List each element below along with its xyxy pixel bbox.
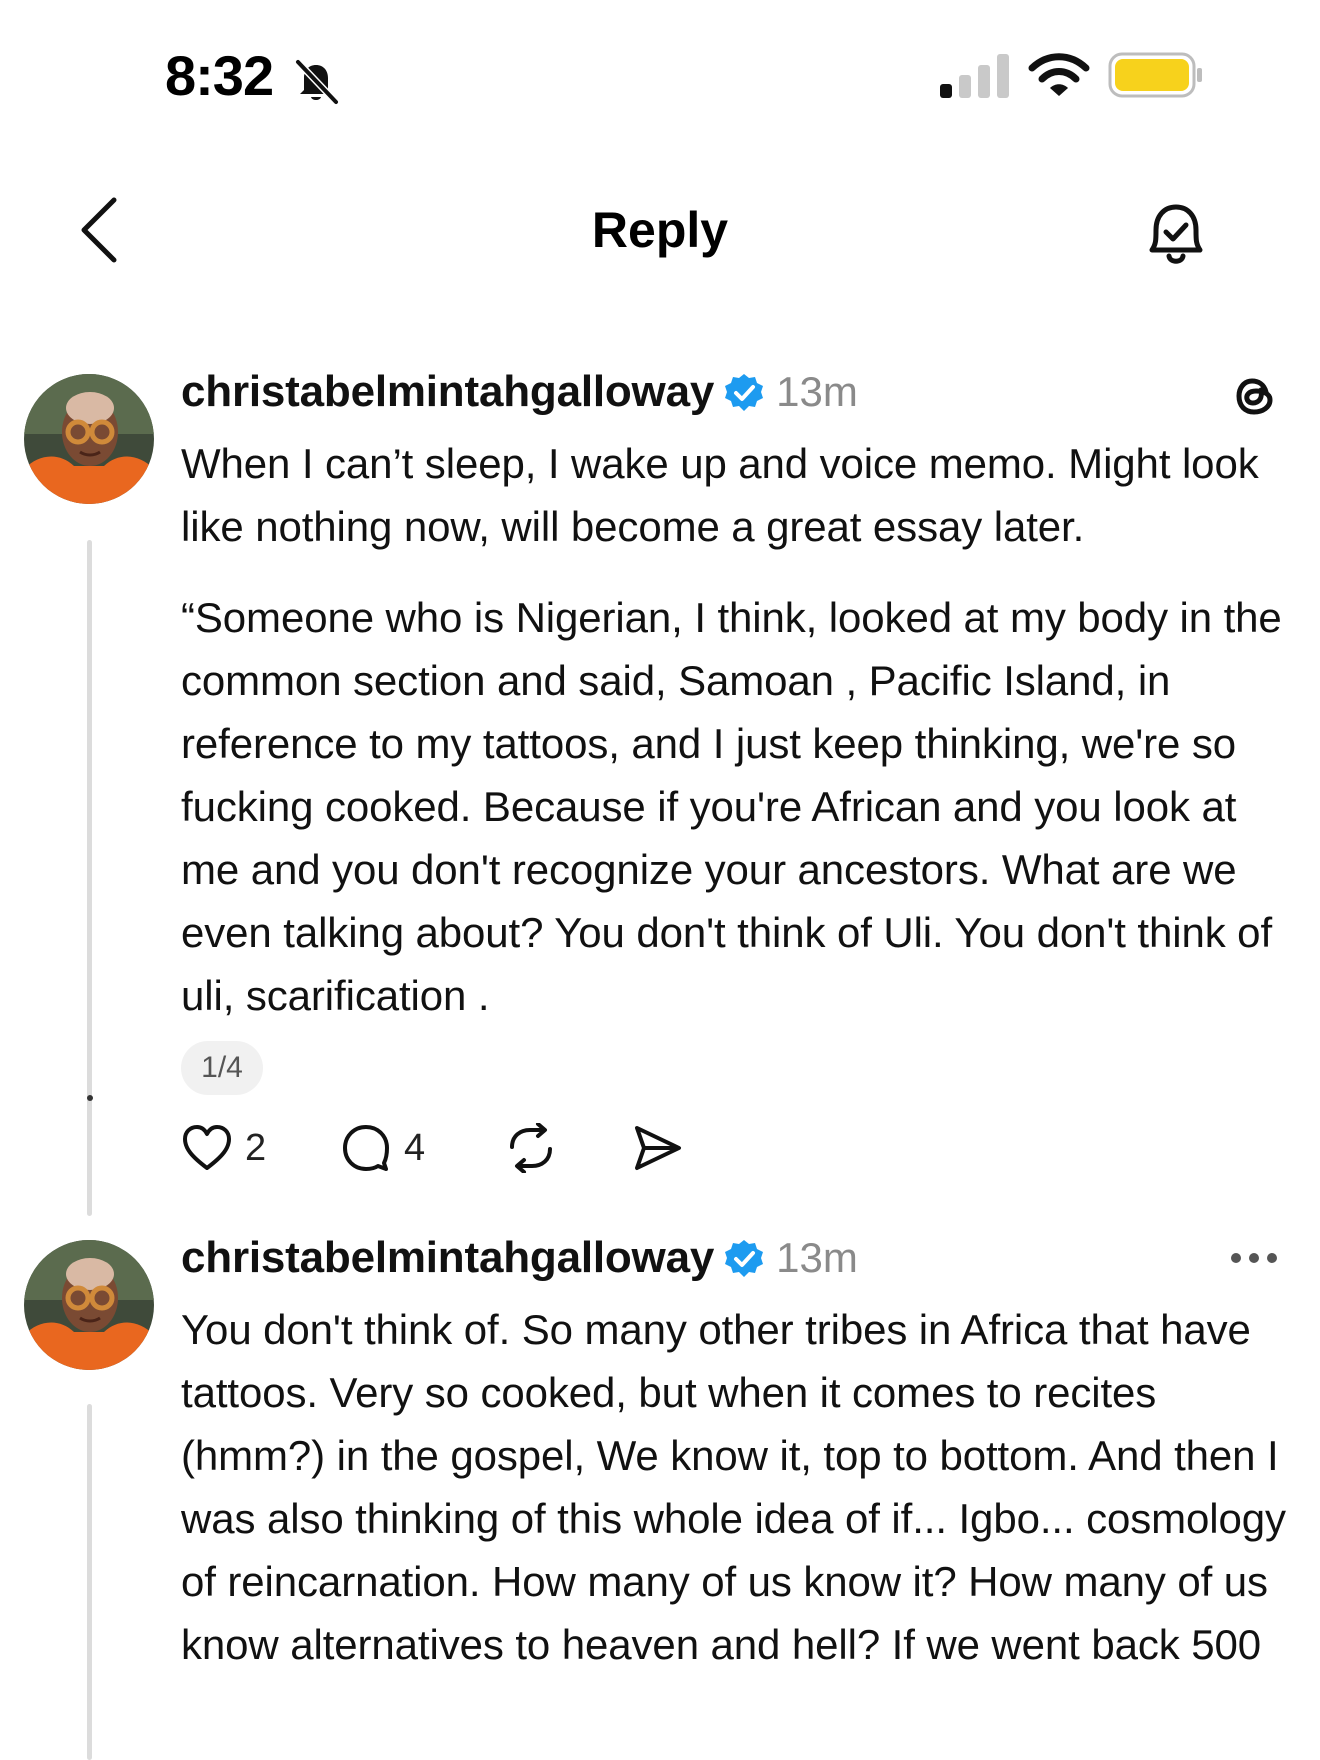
thread-line	[87, 540, 92, 1216]
page-indicator: 1/4	[181, 1041, 263, 1095]
post-header: christabelmintahgalloway 13m	[181, 1228, 858, 1288]
thread-line	[87, 1404, 92, 1760]
comment-icon	[343, 1125, 389, 1171]
page-title: Reply	[591, 202, 729, 258]
avatar[interactable]	[24, 374, 154, 504]
repost-button[interactable]	[504, 1120, 558, 1176]
post-time: 13m	[776, 1234, 858, 1281]
status-time: 8:32	[165, 44, 274, 107]
post-header: christabelmintahgalloway 13m	[181, 362, 858, 422]
reply-count: 4	[404, 1126, 426, 1169]
bell-off-icon	[295, 59, 339, 105]
send-icon	[635, 1126, 681, 1170]
thread-dot	[87, 1095, 93, 1101]
post-paragraph: “Someone who is Nigerian, I think, looke…	[181, 594, 1282, 1019]
verified-badge-icon	[725, 374, 764, 411]
more-icon	[1231, 1253, 1277, 1263]
heart-icon	[183, 1125, 231, 1170]
bell-check-button[interactable]	[1140, 196, 1212, 270]
like-button[interactable]: 2	[181, 1120, 266, 1176]
post-time: 13m	[776, 368, 858, 415]
reply-button[interactable]: 4	[340, 1120, 425, 1176]
signal-icon	[940, 54, 1009, 98]
username[interactable]: christabelmintahgalloway	[181, 367, 714, 417]
repost-icon	[510, 1123, 552, 1173]
bell-check-icon	[1149, 204, 1203, 264]
wifi-icon	[1028, 53, 1090, 96]
post-paragraph: You don't think of. So many other tribes…	[181, 1306, 1286, 1668]
battery-icon	[1108, 52, 1202, 98]
verified-badge-icon	[725, 1240, 764, 1277]
threads-logo-icon[interactable]	[1230, 370, 1280, 422]
more-options-button[interactable]	[1224, 1238, 1296, 1278]
share-button[interactable]	[632, 1120, 684, 1176]
like-count: 2	[245, 1126, 267, 1169]
post-paragraph: When I can’t sleep, I wake up and voice …	[181, 440, 1259, 550]
username[interactable]: christabelmintahgalloway	[181, 1233, 714, 1283]
avatar[interactable]	[24, 1240, 154, 1370]
